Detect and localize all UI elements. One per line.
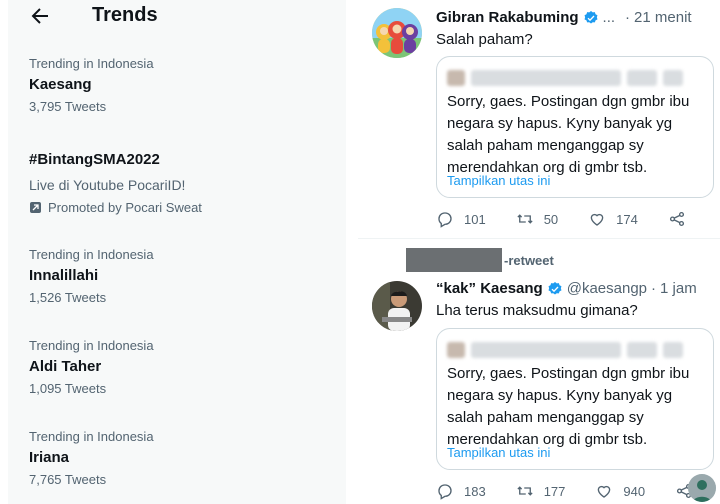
redacted-author (447, 339, 703, 361)
account-avatar[interactable] (688, 474, 716, 502)
trend-count: 3,795 Tweets (29, 99, 107, 114)
separator-dot: · (625, 9, 631, 26)
reply-icon (438, 212, 452, 228)
avatar[interactable] (372, 8, 422, 58)
trend-item[interactable]: Trending in Indonesia Innalillahi 1,526 … (29, 247, 329, 306)
trend-name: Innalillahi (29, 267, 99, 284)
trend-name: Aldi Taher (29, 358, 102, 375)
tweet-actions: 101 50 174 (436, 207, 706, 231)
tweet[interactable]: “kak” Kaesang @kaesangp · 1 jam Lha teru… (358, 272, 720, 504)
show-thread-link[interactable]: Tampilkan utas ini (447, 445, 550, 460)
trend-name: #BintangSMA2022 (29, 151, 160, 168)
tweet-header: “kak” Kaesang @kaesangp · 1 jam (436, 280, 697, 297)
trends-header: Trends (8, 0, 346, 36)
back-button[interactable] (28, 4, 56, 28)
account-avatar-image (688, 474, 716, 502)
like-count: 174 (616, 211, 638, 227)
trend-context: Trending in Indonesia (29, 56, 154, 71)
avatar-image (372, 8, 422, 58)
share-button[interactable] (668, 210, 686, 228)
reply-count: 183 (464, 483, 486, 499)
tweet[interactable]: Gibran Rakabuming ... · 21 menit Salah p… (358, 0, 720, 238)
trend-count: 1,526 Tweets (29, 290, 107, 305)
show-thread-link[interactable]: Tampilkan utas ini (447, 173, 550, 188)
tweet-actions: 183 177 940 (436, 479, 706, 503)
retweet-button[interactable]: 177 (516, 482, 566, 500)
reply-count: 101 (464, 211, 486, 227)
trend-item[interactable]: Trending in Indonesia Iriana 7,765 Tweet… (29, 429, 329, 488)
timestamp[interactable]: 21 menit (634, 9, 692, 26)
quoted-text: Sorry, gaes. Postingan dgn gmbr ibu nega… (447, 93, 690, 176)
tweet-divider (358, 238, 720, 239)
heart-icon (598, 485, 611, 498)
like-button[interactable]: 174 (588, 210, 638, 228)
reply-button[interactable]: 101 (436, 210, 486, 228)
retweet-icon (517, 486, 533, 496)
promo-description: Live di Youtube PocariID! (29, 177, 186, 193)
quoted-text: Sorry, gaes. Postingan dgn gmbr ibu nega… (447, 365, 690, 448)
heart-icon (590, 213, 604, 226)
handle[interactable]: @kaesangp (567, 280, 647, 297)
redacted-retweeter (406, 248, 502, 272)
back-arrow-icon (31, 8, 48, 24)
display-name[interactable]: “kak” Kaesang (436, 280, 543, 297)
retweet-button[interactable]: 50 (516, 210, 558, 228)
promoted-by-label: Promoted by Pocari Sweat (48, 200, 202, 215)
trend-count: 7,765 Tweets (29, 472, 107, 487)
timeline: Gibran Rakabuming ... · 21 menit Salah p… (358, 0, 720, 504)
trend-context: Trending in Indonesia (29, 429, 154, 444)
tweet-header: Gibran Rakabuming ... · 21 menit (436, 9, 692, 26)
reply-icon (438, 484, 452, 500)
verified-badge-icon (548, 281, 562, 295)
handle: ... (602, 9, 616, 26)
retweet-count: 50 (543, 211, 559, 227)
retweet-label: -retweet (504, 252, 554, 268)
promoted-trend-item[interactable]: #BintangSMA2022 Live di Youtube PocariID… (29, 150, 329, 215)
avatar[interactable] (372, 281, 422, 331)
trend-item[interactable]: Trending in Indonesia Kaesang 3,795 Twee… (29, 56, 329, 115)
trend-count: 1,095 Tweets (29, 381, 107, 396)
trends-title: Trends (92, 4, 158, 26)
quoted-tweet[interactable]: Sorry, gaes. Postingan dgn gmbr ibu nega… (436, 328, 714, 470)
retweet-count: 177 (543, 483, 566, 499)
avatar-image (372, 281, 422, 331)
display-name[interactable]: Gibran Rakabuming (436, 9, 579, 26)
trend-name: Kaesang (29, 76, 92, 93)
share-icon (669, 211, 684, 227)
timestamp[interactable]: 1 jam (660, 280, 697, 297)
promoted-by: Promoted by Pocari Sweat (29, 200, 329, 215)
reply-button[interactable]: 183 (436, 482, 486, 500)
retweet-context: -retweet (406, 248, 554, 272)
separator-dot: · (651, 280, 657, 297)
promoted-icon (30, 202, 41, 213)
like-button[interactable]: 940 (595, 482, 645, 500)
trend-name: Iriana (29, 449, 70, 466)
trend-context: Trending in Indonesia (29, 247, 154, 262)
quoted-tweet[interactable]: Sorry, gaes. Postingan dgn gmbr ibu nega… (436, 56, 714, 198)
tweet-text: Salah paham? (436, 31, 533, 48)
redacted-author (447, 67, 703, 89)
trend-item[interactable]: Trending in Indonesia Aldi Taher 1,095 T… (29, 338, 329, 397)
retweet-icon (517, 214, 533, 224)
like-count: 940 (623, 483, 646, 499)
trends-panel: Trends Trending in Indonesia Kaesang 3,7… (8, 0, 346, 504)
trend-context: Trending in Indonesia (29, 338, 154, 353)
tweet-text: Lha terus maksudmu gimana? (436, 302, 638, 319)
verified-badge-icon (584, 10, 597, 24)
